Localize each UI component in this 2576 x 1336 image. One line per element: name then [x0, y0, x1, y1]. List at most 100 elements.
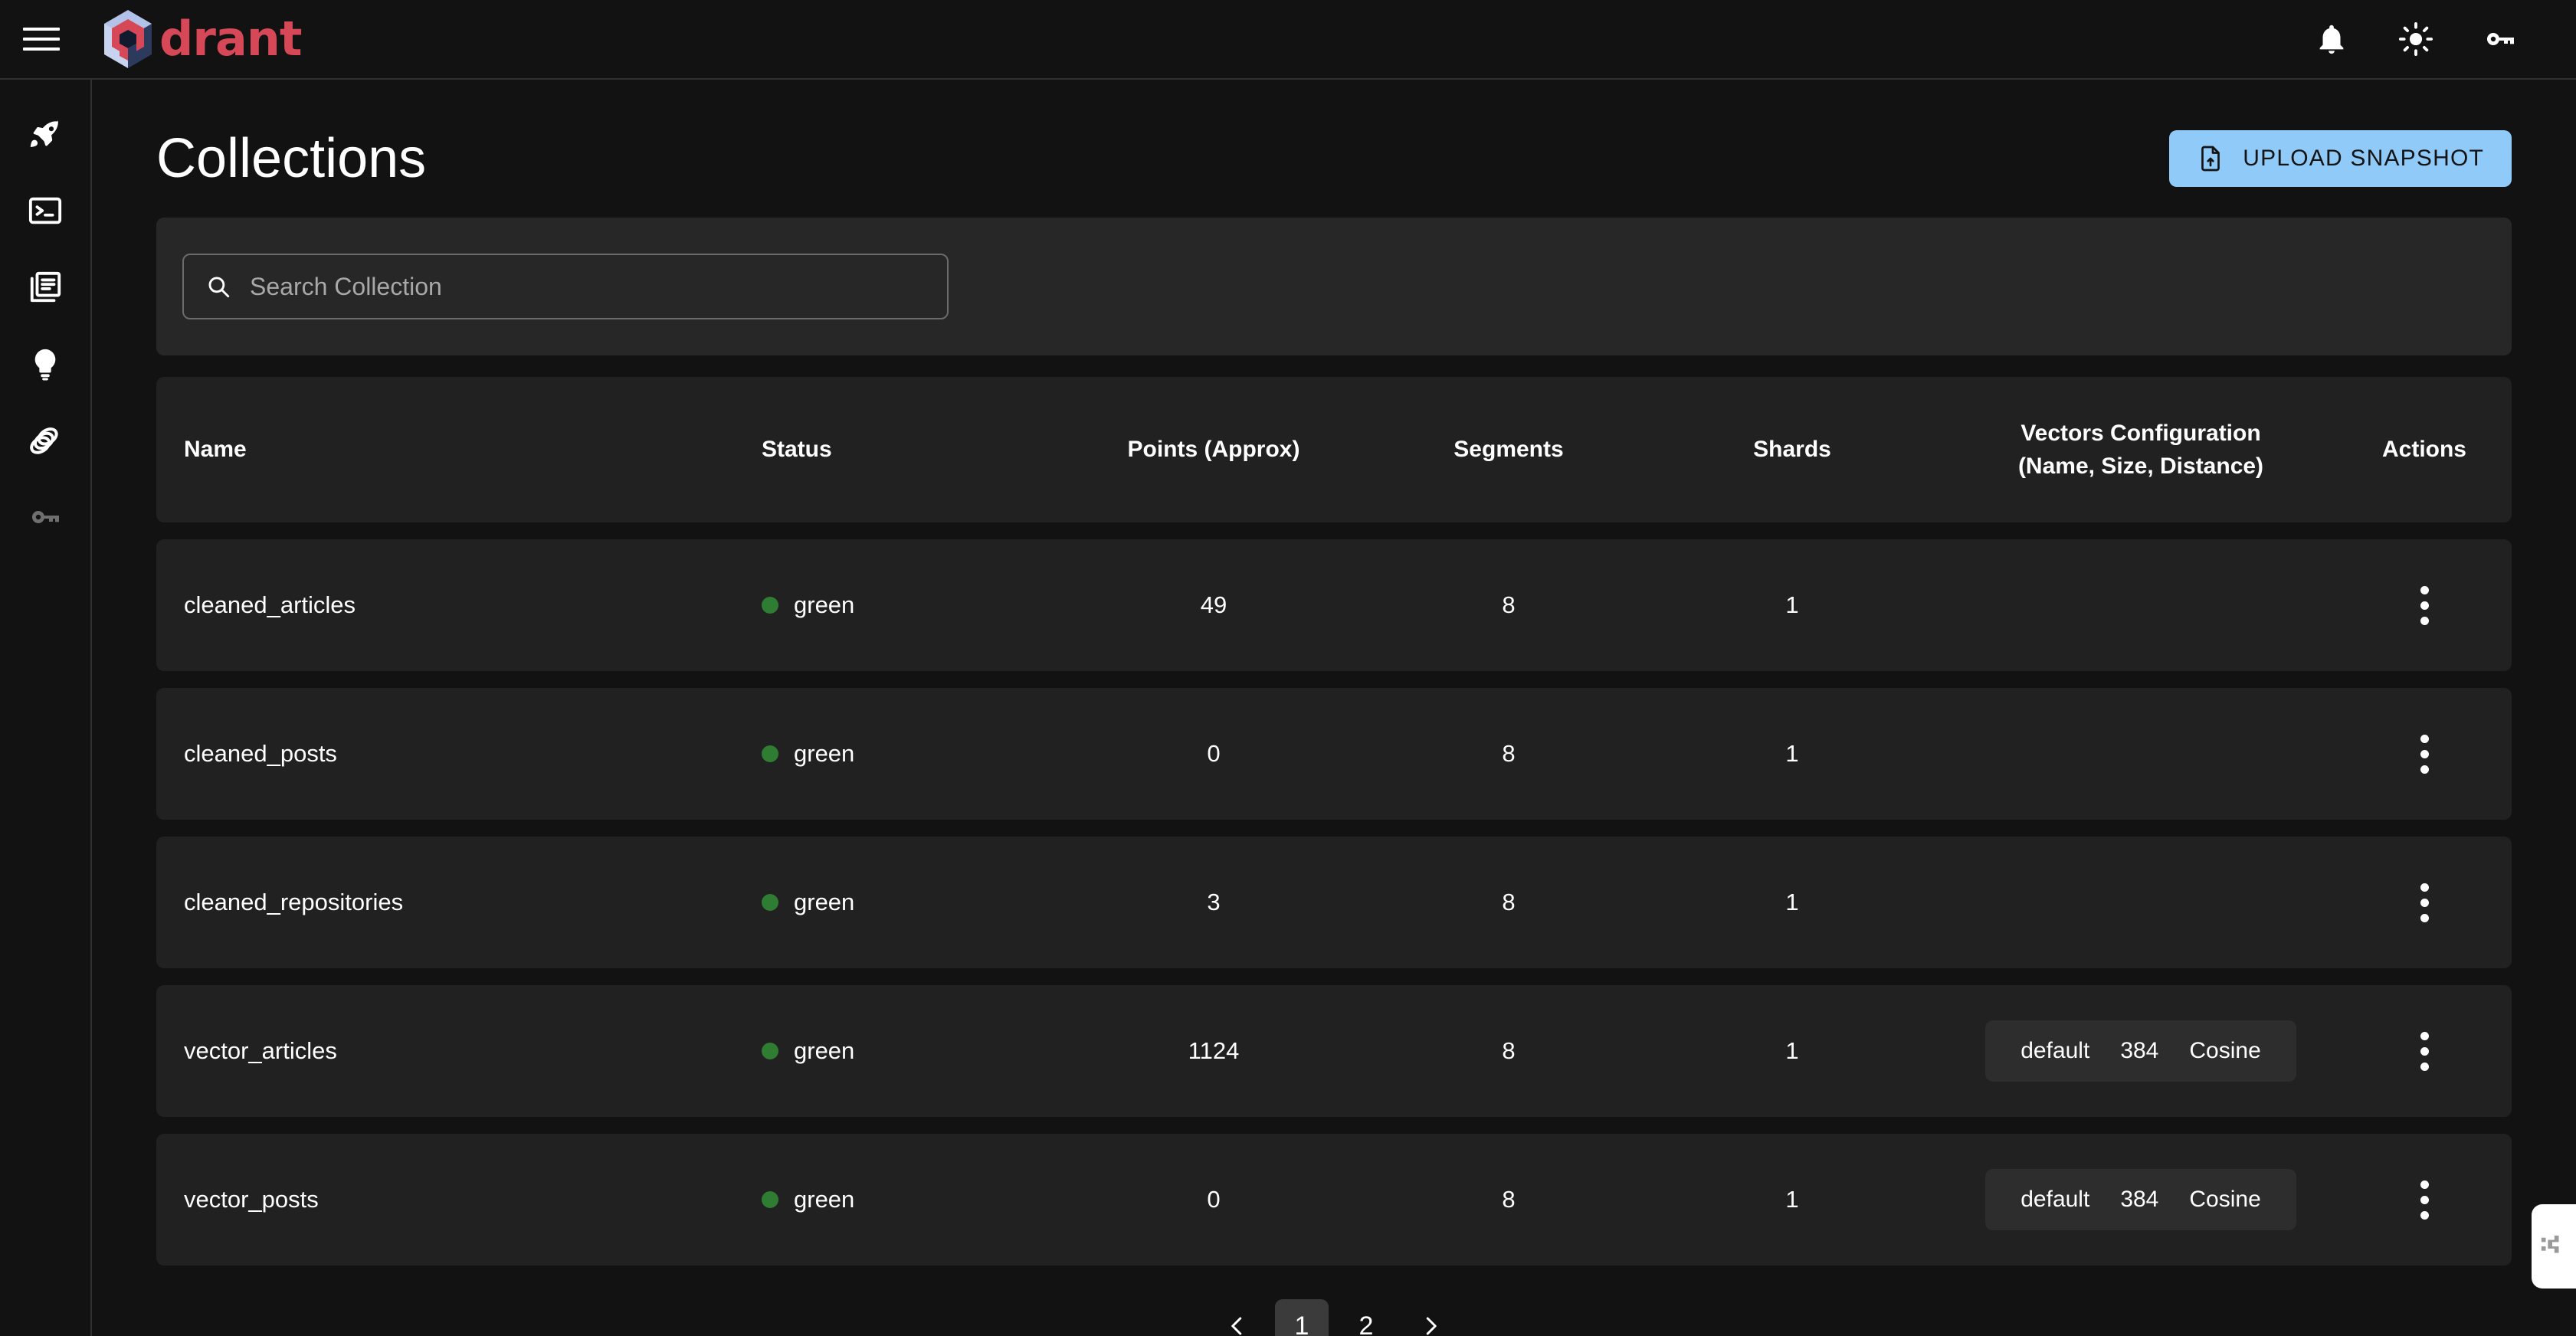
cell-actions [2348, 734, 2501, 774]
chevron-left-icon [1231, 1317, 1242, 1335]
cell-points: 0 [1207, 740, 1221, 767]
column-header-vectors: Vectors Configuration (Name, Size, Dista… [1934, 417, 2348, 483]
sidebar-item-console[interactable] [21, 192, 70, 230]
api-key-icon[interactable] [2479, 18, 2521, 60]
search-panel: Search Collection [156, 218, 2512, 355]
row-actions-menu-icon[interactable] [2348, 734, 2501, 774]
vector-size: 384 [2120, 1187, 2159, 1212]
main-content: Collections UPLOAD SNAPSHOT Search Colle… [92, 80, 2576, 1336]
status-label: green [794, 1186, 855, 1213]
brand-name: drant [159, 11, 303, 67]
cell-status: green [754, 1186, 1060, 1213]
column-header-segments: Segments [1454, 437, 1564, 463]
topbar-actions [2311, 18, 2521, 60]
vector-distance: Cosine [2189, 1038, 2261, 1063]
cell-status: green [754, 591, 1060, 619]
column-header-points: Points (Approx) [1127, 437, 1300, 463]
search-input[interactable]: Search Collection [182, 254, 949, 319]
vector-name: default [2020, 1187, 2090, 1212]
lightbulb-icon [34, 349, 56, 381]
search-placeholder: Search Collection [250, 272, 442, 300]
status-dot-icon [762, 894, 778, 911]
vectors-config-chip: default 384 Cosine [1985, 1020, 2296, 1082]
upload-file-icon [2201, 146, 2220, 172]
notifications-icon[interactable] [2311, 18, 2352, 60]
pagination: 12 [156, 1299, 2512, 1336]
cell-segments: 8 [1502, 591, 1516, 618]
column-header-actions: Actions [2381, 437, 2466, 463]
row-actions-menu-icon[interactable] [2348, 882, 2501, 922]
key-icon [31, 510, 59, 523]
qdrant-cube-icon [104, 10, 152, 68]
support-widget-tab[interactable] [2532, 1204, 2576, 1289]
sidebar-item-datasets[interactable] [21, 421, 70, 460]
upload-snapshot-label: UPLOAD SNAPSHOT [2243, 146, 2484, 171]
vector-name: default [2020, 1038, 2090, 1063]
rocket-icon [30, 120, 58, 147]
sidebar-item-collections[interactable] [21, 268, 70, 306]
sidebar-item-tutorial[interactable] [21, 345, 70, 383]
pagination-pages: 12 [1275, 1299, 1393, 1336]
cell-segments: 8 [1502, 740, 1516, 767]
cell-collection-name: cleaned_repositories [184, 889, 404, 915]
status-label: green [794, 740, 855, 767]
row-actions-menu-icon[interactable] [2348, 1180, 2501, 1220]
column-header-status: Status [762, 437, 832, 463]
menu-toggle-icon[interactable] [23, 24, 63, 54]
pagination-page-button[interactable]: 1 [1275, 1299, 1329, 1336]
cell-collection-name: cleaned_posts [184, 740, 337, 767]
sidebar-item-access[interactable] [21, 498, 70, 536]
cell-points: 0 [1207, 1186, 1221, 1213]
status-dot-icon [762, 1191, 778, 1208]
sidebar-item-welcome[interactable] [21, 115, 70, 153]
cell-vectors-config: default 384 Cosine [1934, 1020, 2348, 1082]
collections-table: Name Status Points (Approx) Segments Sha… [156, 377, 2512, 1266]
cell-shards: 1 [1785, 591, 1799, 618]
vectors-config-chip: default 384 Cosine [1985, 1169, 2296, 1230]
cell-actions [2348, 882, 2501, 922]
table-body: cleaned_articles green 49 8 1 cleaned_posts gr… [156, 539, 2512, 1266]
cell-shards: 1 [1785, 740, 1799, 767]
collections-icon [30, 271, 61, 303]
hamburger-line [23, 47, 60, 51]
theme-toggle-icon[interactable] [2395, 18, 2437, 60]
pagination-prev-button[interactable] [1211, 1299, 1264, 1336]
cell-status: green [754, 1037, 1060, 1065]
row-actions-menu-icon[interactable] [2348, 1031, 2501, 1071]
cell-shards: 1 [1785, 1037, 1799, 1064]
cell-actions [2348, 1180, 2501, 1220]
top-bar: drant [0, 0, 2576, 80]
brand-logo[interactable]: drant [100, 8, 303, 70]
cell-actions [2348, 585, 2501, 625]
column-header-name: Name [184, 437, 247, 463]
row-actions-menu-icon[interactable] [2348, 585, 2501, 625]
cell-status: green [754, 889, 1060, 916]
cell-status: green [754, 740, 1060, 768]
cell-points: 3 [1207, 889, 1221, 915]
pagination-next-button[interactable] [1404, 1299, 1457, 1336]
cell-shards: 1 [1785, 1186, 1799, 1213]
vector-size: 384 [2120, 1038, 2159, 1063]
cell-points: 1124 [1188, 1037, 1240, 1064]
cell-segments: 8 [1502, 1037, 1516, 1064]
cell-actions [2348, 1031, 2501, 1071]
cell-collection-name: cleaned_articles [184, 591, 356, 618]
table-header-row: Name Status Points (Approx) Segments Sha… [156, 377, 2512, 522]
table-row[interactable]: cleaned_articles green 49 8 1 [156, 539, 2512, 671]
hamburger-line [23, 28, 60, 31]
search-icon [208, 277, 230, 298]
table-row[interactable]: vector_articles green 1124 8 1 default 384 Cosi… [156, 985, 2512, 1117]
pagination-page-button[interactable]: 2 [1339, 1299, 1393, 1336]
cell-collection-name: vector_articles [184, 1037, 337, 1064]
status-dot-icon [762, 597, 778, 614]
page-title: Collections [156, 128, 427, 189]
hamburger-line [23, 38, 60, 41]
cell-shards: 1 [1785, 889, 1799, 915]
table-row[interactable]: vector_posts green 0 8 1 default 384 Cosine [156, 1134, 2512, 1266]
status-label: green [794, 889, 855, 915]
cell-vectors-config: default 384 Cosine [1934, 1169, 2348, 1230]
table-row[interactable]: cleaned_repositories green 3 8 1 [156, 837, 2512, 968]
upload-snapshot-button[interactable]: UPLOAD SNAPSHOT [2169, 130, 2512, 187]
table-row[interactable]: cleaned_posts green 0 8 1 [156, 688, 2512, 820]
column-header-vectors-line2: (Name, Size, Distance) [2017, 454, 2264, 479]
